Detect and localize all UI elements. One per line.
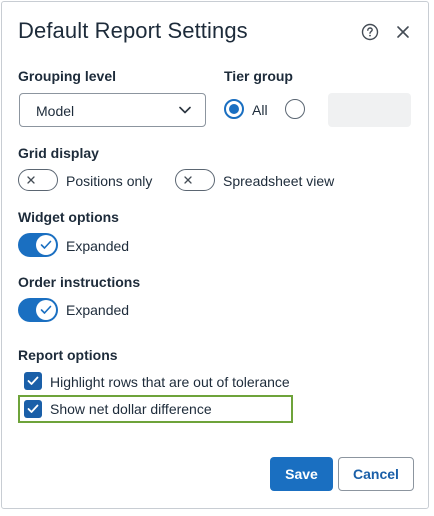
grouping-level-select[interactable]: Model: [19, 93, 206, 127]
tier-group-custom-radio[interactable]: [285, 99, 305, 119]
help-icon[interactable]: [361, 23, 379, 41]
check-icon: [27, 376, 39, 385]
close-icon[interactable]: [394, 23, 412, 41]
toggle-knob: [36, 235, 56, 255]
toggle-knob: [36, 300, 56, 320]
toggle-off-x-icon: [184, 176, 192, 184]
check-icon: [40, 305, 52, 314]
order-instructions-toggle[interactable]: [18, 298, 58, 322]
check-icon: [27, 404, 39, 413]
chevron-down-icon: [179, 106, 191, 114]
show-net-dollar-checkbox[interactable]: [24, 400, 42, 418]
tier-group-all-label: All: [252, 102, 268, 118]
cancel-button[interactable]: Cancel: [338, 457, 414, 491]
positions-only-label: Positions only: [66, 173, 153, 189]
tier-group-label: Tier group: [224, 68, 293, 84]
toggle-off-x-icon: [27, 176, 35, 184]
widget-options-toggle-label: Expanded: [66, 238, 130, 254]
highlight-rows-checkbox[interactable]: [24, 372, 42, 390]
widget-options-label: Widget options: [18, 209, 119, 225]
positions-only-toggle[interactable]: [18, 169, 58, 191]
order-instructions-label: Order instructions: [18, 274, 141, 290]
dialog-title: Default Report Settings: [18, 18, 248, 43]
show-net-dollar-label: Show net dollar difference: [50, 401, 212, 417]
report-options-label: Report options: [18, 347, 118, 363]
order-instructions-toggle-label: Expanded: [66, 302, 130, 318]
widget-options-toggle[interactable]: [18, 233, 58, 257]
report-settings-dialog: Default Report Settings Grouping level M…: [1, 1, 429, 509]
save-button[interactable]: Save: [270, 457, 333, 491]
spreadsheet-view-toggle[interactable]: [175, 169, 215, 191]
tier-group-all-radio[interactable]: [224, 99, 244, 119]
grouping-level-value: Model: [36, 103, 75, 119]
grouping-level-label: Grouping level: [18, 68, 117, 84]
spreadsheet-view-label: Spreadsheet view: [223, 173, 335, 189]
tier-group-input[interactable]: [328, 93, 411, 127]
highlight-rows-label: Highlight rows that are out of tolerance: [50, 374, 290, 390]
check-icon: [40, 240, 52, 249]
grid-display-label: Grid display: [18, 145, 99, 161]
